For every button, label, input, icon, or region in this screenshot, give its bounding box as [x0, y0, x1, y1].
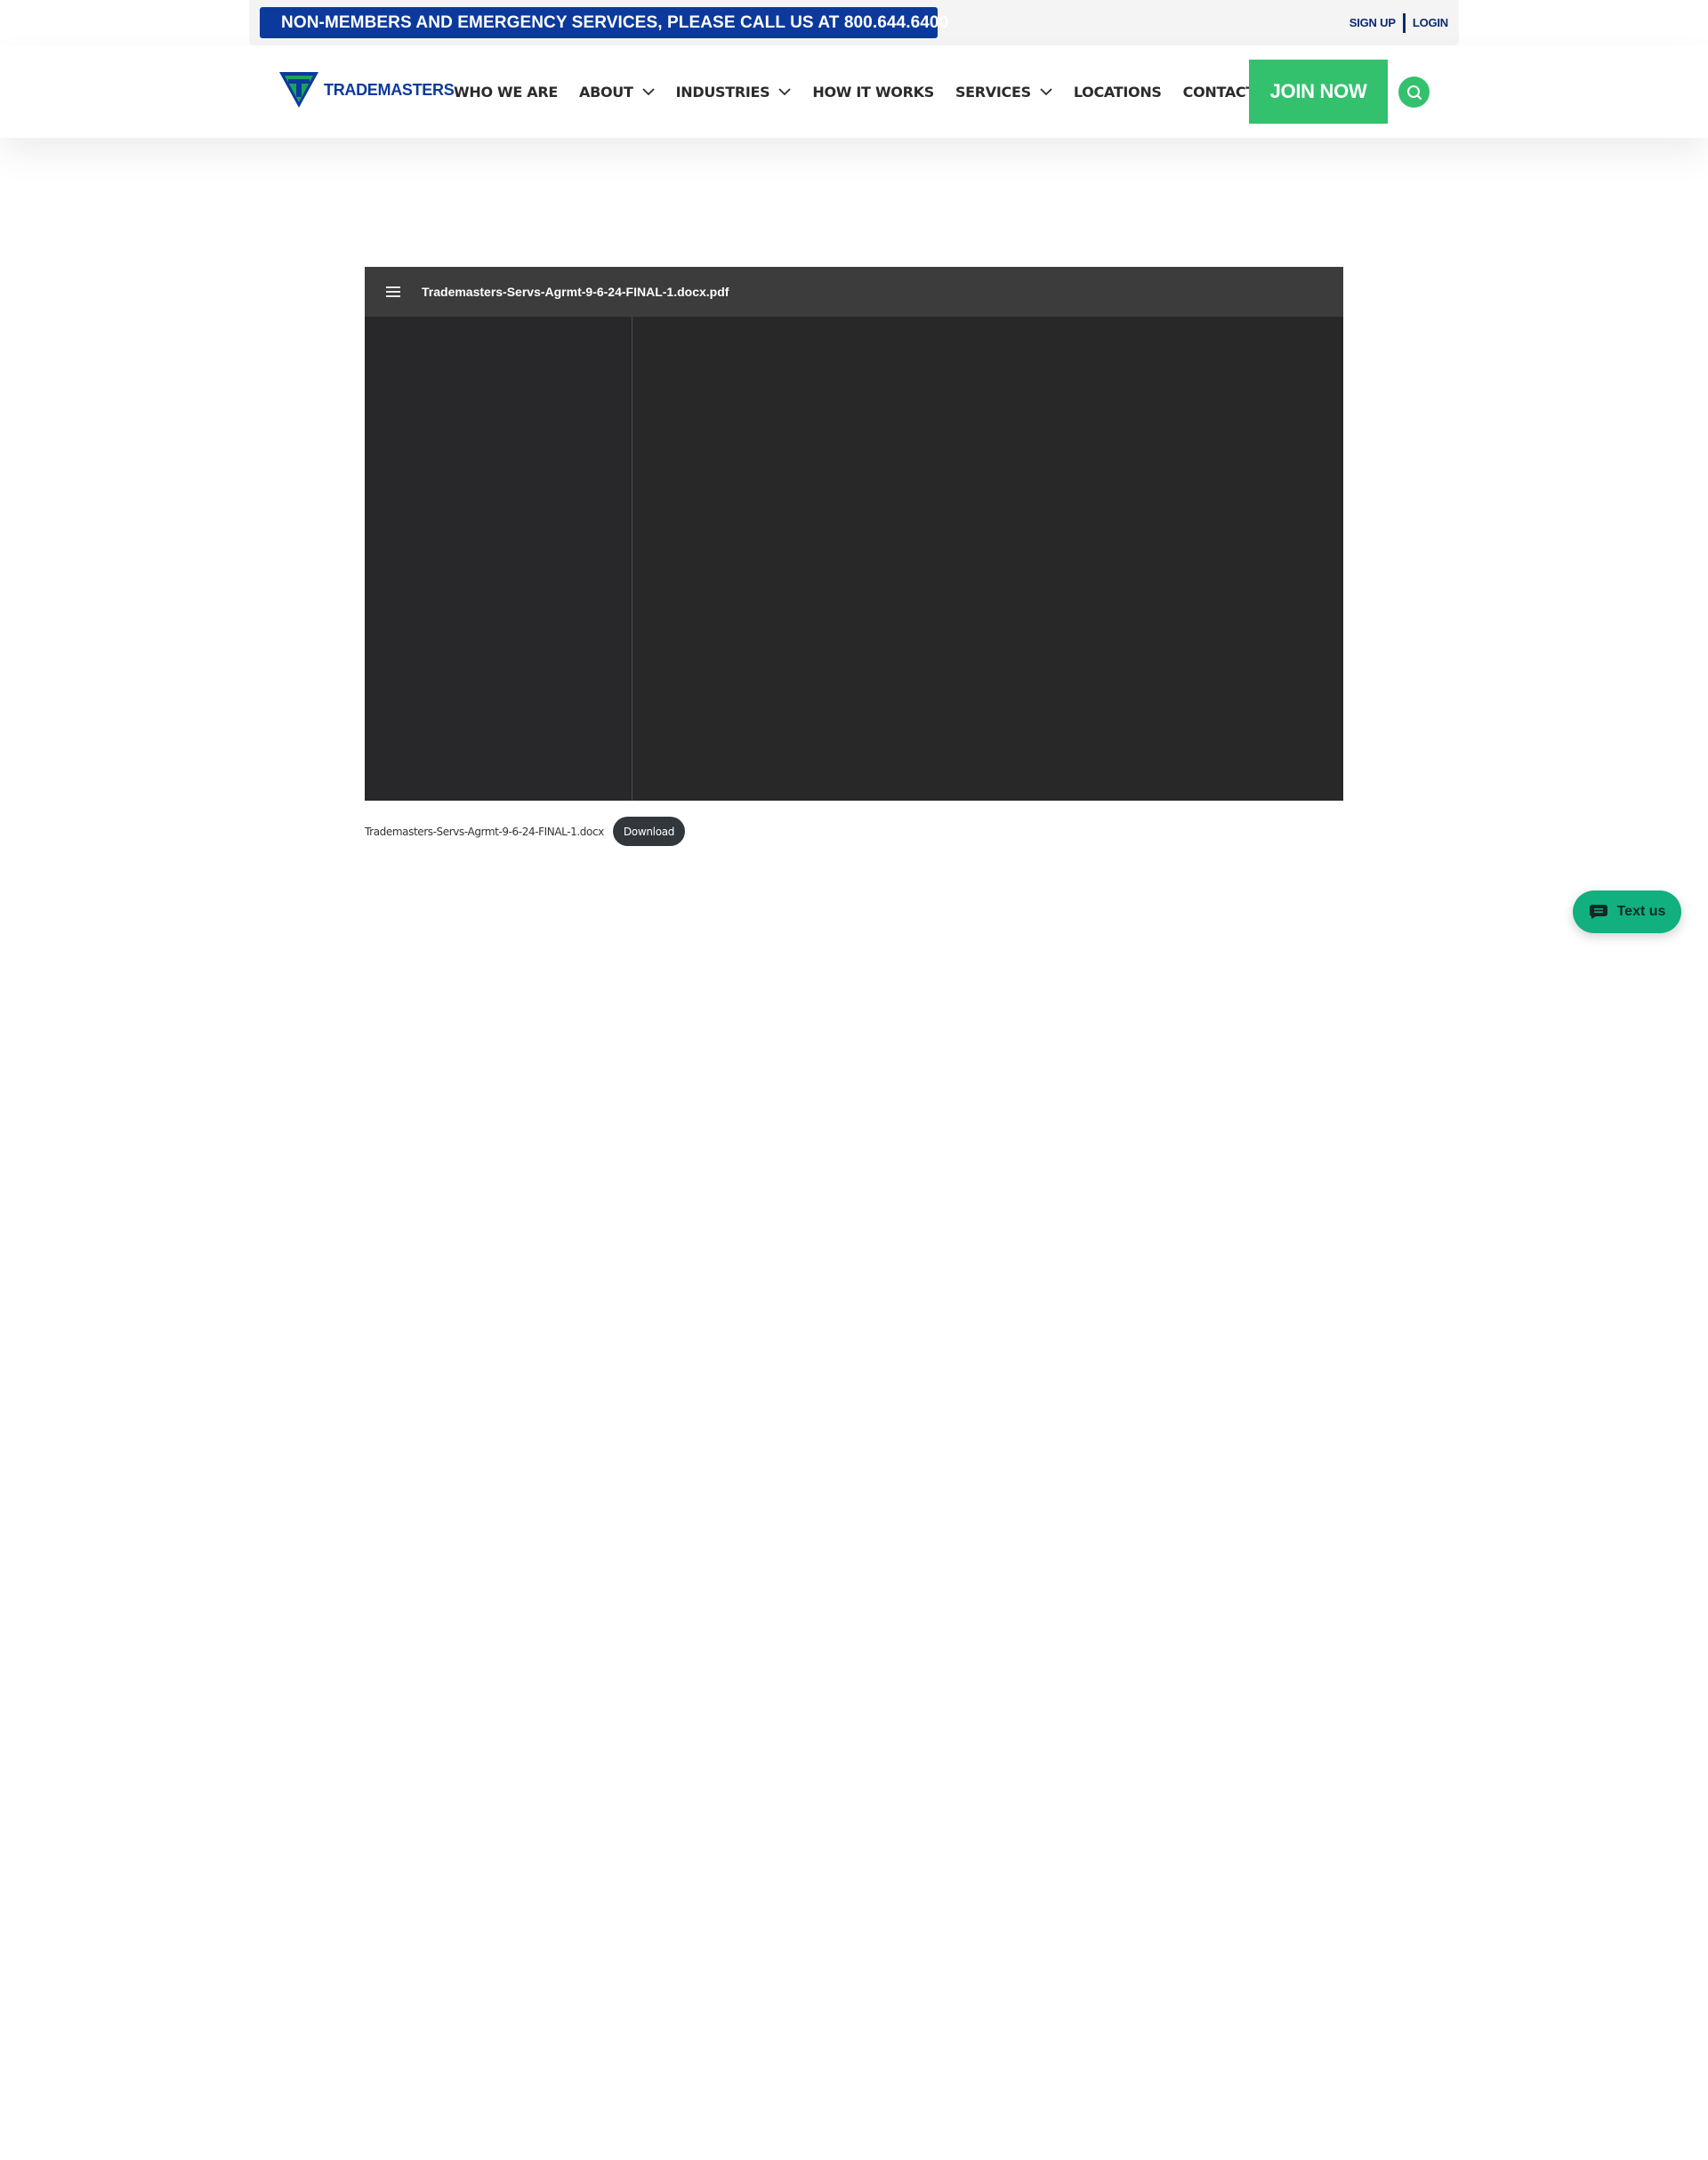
nav-item-industries[interactable]: INDUSTRIES [676, 84, 792, 101]
site-logo[interactable]: TRADEMASTERS [278, 70, 455, 109]
emergency-call-banner: NON-MEMBERS AND EMERGENCY SERVICES, PLEA… [260, 7, 948, 38]
nav-item-label: INDUSTRIES [675, 83, 770, 101]
download-button[interactable]: Download [612, 817, 686, 846]
nav-item-contact[interactable]: CONTACT [1182, 83, 1256, 101]
login-link[interactable]: LOGIN [1413, 16, 1448, 29]
account-links-divider [1402, 12, 1406, 33]
chevron-down-icon [641, 88, 655, 96]
nav-item-locations[interactable]: LOCATIONS [1074, 84, 1162, 101]
pdf-viewer: Trademasters-Servs-Agrmt-9-6-24-FINAL-1.… [365, 267, 1343, 801]
account-links: SIGN UP LOGIN [1349, 0, 1448, 45]
nav-item-who-we-are[interactable]: WHO WE ARE [454, 84, 558, 101]
pdf-viewer-toolbar: Trademasters-Servs-Agrmt-9-6-24-FINAL-1.… [365, 267, 1343, 317]
top-utility-bar: NON-MEMBERS AND EMERGENCY SERVICES, PLEA… [249, 0, 1459, 45]
chevron-down-icon [1040, 88, 1052, 96]
nav-item-label: HOW IT WORKS [812, 83, 934, 101]
logo-wordmark: TRADEMASTERS [324, 80, 455, 99]
pdf-document-title: Trademasters-Servs-Agrmt-9-6-24-FINAL-1.… [422, 285, 729, 299]
sign-up-link[interactable]: SIGN UP [1349, 16, 1396, 29]
nav-item-label: ABOUT [579, 83, 633, 101]
nav-item-about[interactable]: ABOUT [579, 84, 655, 101]
join-now-button[interactable]: JOIN NOW [1249, 60, 1388, 124]
text-us-label: Text us [1616, 904, 1666, 919]
nav-item-label: LOCATIONS [1073, 83, 1162, 101]
text-us-button[interactable]: Text us [1573, 891, 1681, 933]
pdf-page-area[interactable] [632, 317, 1343, 801]
pdf-thumbnail-sidebar[interactable] [365, 317, 632, 801]
nav-item-services[interactable]: SERVICES [955, 84, 1052, 101]
nav-item-how-it-works[interactable]: HOW IT WORKS [812, 84, 934, 101]
nav-item-label: CONTACT [1182, 83, 1256, 101]
main-navigation: WHO WE ARE ABOUT INDUSTRIES HOW IT WORKS… [454, 45, 1277, 138]
site-header: TRADEMASTERS WHO WE ARE ABOUT INDUSTRIES… [0, 45, 1708, 138]
chat-bubble-icon [1589, 905, 1607, 919]
hamburger-menu-icon[interactable] [386, 286, 400, 297]
chevron-down-icon [778, 88, 792, 96]
nav-item-label: WHO WE ARE [454, 83, 558, 101]
nav-item-label: SERVICES [955, 83, 1031, 101]
file-download-row: Trademasters-Servs-Agrmt-9-6-24-FINAL-1.… [365, 817, 686, 846]
search-icon [1406, 85, 1422, 100]
file-name-link[interactable]: Trademasters-Servs-Agrmt-9-6-24-FINAL-1.… [365, 826, 604, 838]
trademasters-logo-icon [279, 72, 318, 108]
search-button[interactable] [1398, 77, 1430, 108]
